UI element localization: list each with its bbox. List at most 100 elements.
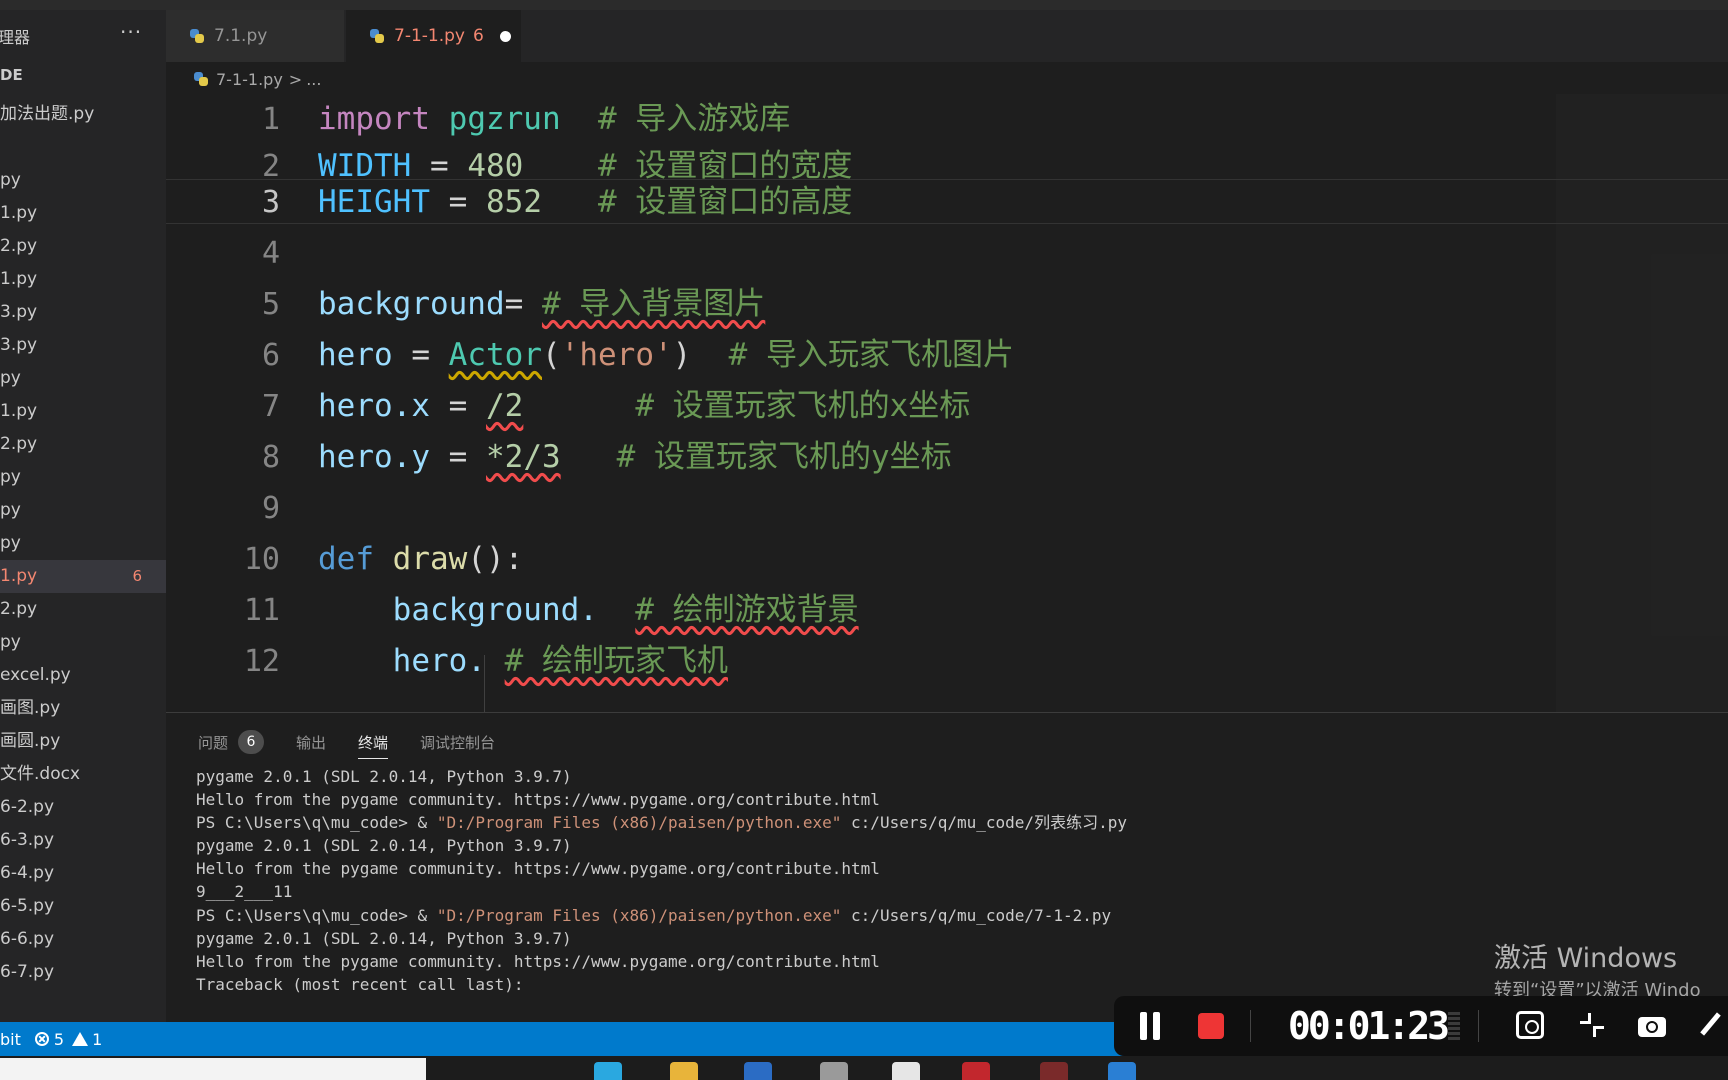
line-number: 6	[261, 338, 280, 373]
file-item[interactable]: 加法出题.py	[0, 98, 166, 131]
tab-terminal[interactable]: 终端	[358, 732, 389, 759]
warning-icon	[72, 1032, 89, 1046]
file-item-label: py	[0, 500, 21, 520]
line-number: 4	[261, 236, 280, 271]
unsaved-dot-icon[interactable]	[499, 30, 511, 42]
file-item[interactable]: 6-2.py	[0, 791, 166, 824]
window-top-strip	[0, 0, 1728, 10]
wps-icon[interactable]	[962, 1062, 990, 1080]
code-text: hero.x = /2 # 设置玩家飞机的x坐标	[318, 388, 971, 424]
code-line: 4	[166, 228, 1728, 279]
line-number: 12	[243, 644, 280, 679]
file-item[interactable]: 文件.docx	[0, 758, 166, 791]
file-item[interactable]: 1.py	[0, 263, 166, 296]
breadcrumb-file[interactable]: 7-1-1.py	[216, 70, 283, 89]
file-item-label: 1.py	[0, 269, 38, 289]
file-item[interactable]: 6-6.py	[0, 923, 166, 956]
code-line: 12 hero. # 绘制玩家飞机	[166, 636, 1728, 687]
file-item-label: 3.py	[0, 335, 38, 355]
tab-output[interactable]: 输出	[296, 732, 326, 753]
code-line: 10 def draw():	[166, 534, 1728, 585]
file-item[interactable]: 3.py	[0, 329, 166, 362]
tab-debug-console[interactable]: 调试控制台	[420, 732, 495, 753]
file-item[interactable]	[0, 131, 166, 164]
camera-icon[interactable]	[1638, 1011, 1666, 1039]
code-text: hero = Actor('hero') # 导入玩家飞机图片	[318, 337, 1014, 373]
file-item-label: py	[0, 170, 21, 190]
pause-icon[interactable]	[1138, 1012, 1162, 1040]
file-item[interactable]: 1.py	[0, 197, 166, 230]
line-number: 8	[261, 440, 280, 475]
file-item-active[interactable]: 1.py 6	[0, 560, 166, 593]
file-item-label: py	[0, 368, 21, 388]
file-item[interactable]: 2.py	[0, 230, 166, 263]
pen-icon[interactable]	[1698, 1011, 1726, 1039]
workspace-section-header[interactable]: DE	[0, 66, 23, 84]
code-text: HEIGHT = 852 # 设置窗口的高度	[318, 184, 853, 220]
store-icon[interactable]	[820, 1062, 848, 1080]
line-number: 9	[261, 491, 280, 526]
tab-7-1-py[interactable]: 7.1.py	[166, 10, 344, 62]
terminal-output[interactable]: pygame 2.0.1 (SDL 2.0.14, Python 3.9.7) H…	[196, 765, 1127, 996]
tab-problems[interactable]: 问题 6	[198, 730, 265, 754]
file-item[interactable]: excel.py	[0, 659, 166, 692]
file-item-label: 1.py	[0, 203, 38, 223]
breadcrumb-separator: >	[288, 69, 303, 89]
file-item[interactable]: py	[0, 494, 166, 527]
file-item[interactable]: 6-4.py	[0, 857, 166, 890]
problems-indicator[interactable]: 5 1	[34, 1029, 102, 1049]
error-count: 5	[53, 1029, 65, 1049]
screen-recorder-toolbar: 00:01:23	[1114, 996, 1728, 1056]
status-left: bit 5 1	[0, 1022, 116, 1056]
terminal-line: pygame 2.0.1 (SDL 2.0.14, Python 3.9.7)	[196, 767, 572, 786]
panel-tabs: 问题 6 输出 终端 调试控制台	[198, 727, 527, 759]
code-line: 6 hero = Actor('hero') # 导入玩家飞机图片	[166, 330, 1728, 381]
file-item[interactable]: 3.py	[0, 296, 166, 329]
file-item[interactable]: 6-5.py	[0, 890, 166, 923]
line-number: 1	[261, 102, 280, 137]
file-item[interactable]: py	[0, 461, 166, 494]
file-item[interactable]: 6-7.py	[0, 956, 166, 989]
file-item[interactable]: py	[0, 626, 166, 659]
webcam-icon[interactable]	[1516, 1011, 1544, 1039]
file-item-label: 画圆.py	[0, 731, 61, 751]
divider	[1478, 1010, 1479, 1042]
code-line-current: 3 HEIGHT = 852 # 设置窗口的高度	[166, 179, 1728, 224]
file-item[interactable]: py	[0, 164, 166, 197]
vscode-icon[interactable]	[1108, 1062, 1136, 1080]
file-item[interactable]: 画圆.py	[0, 725, 166, 758]
file-item[interactable]: 2.py	[0, 428, 166, 461]
code-line: 7 hero.x = /2 # 设置玩家飞机的x坐标	[166, 381, 1728, 432]
file-item[interactable]: 6-3.py	[0, 824, 166, 857]
file-item[interactable]: 画图.py	[0, 692, 166, 725]
activate-windows-title: 激活 Windows	[1494, 943, 1678, 974]
collapse-icon[interactable]	[1578, 1011, 1606, 1039]
file-item[interactable]: 2.py	[0, 593, 166, 626]
divider	[1250, 1010, 1251, 1042]
tab-7-1-1-py[interactable]: 7-1-1.py 6	[346, 10, 521, 62]
file-item[interactable]: py	[0, 362, 166, 395]
line-number: 3	[261, 185, 280, 220]
file-item-label: 画图.py	[0, 698, 61, 718]
code-line: 8 hero.y = *2/3 # 设置玩家飞机的y坐标	[166, 432, 1728, 483]
taskbar-app-icon[interactable]	[1040, 1062, 1068, 1080]
edge-browser-icon[interactable]	[594, 1062, 622, 1080]
taskbar-search-box[interactable]	[0, 1058, 426, 1080]
file-item-label: py	[0, 467, 21, 487]
file-item[interactable]: 1.py	[0, 395, 166, 428]
branch-indicator[interactable]: bit	[0, 1030, 21, 1049]
audio-level-icon	[1448, 1012, 1460, 1042]
file-list: 加法出题.py py 1.py 2.py 1.py 3.py 3.py py 1…	[0, 98, 166, 989]
terminal-line: pygame 2.0.1 (SDL 2.0.14, Python 3.9.7)	[196, 836, 572, 856]
more-actions-icon[interactable]: ···	[120, 20, 142, 44]
taskbar-app-icon[interactable]	[892, 1062, 920, 1080]
breadcrumb-symbols[interactable]: ...	[306, 70, 321, 89]
taskbar-app-icon[interactable]	[744, 1062, 772, 1080]
code-editor[interactable]: 1 import pgzrun # 导入游戏库 2 WIDTH = 480 # …	[166, 94, 1728, 712]
terminal-line: Hello from the pygame community. https:/…	[196, 859, 880, 879]
file-item[interactable]: py	[0, 527, 166, 560]
tab-label: 7-1-1.py	[394, 26, 465, 46]
code-line: 9	[166, 483, 1728, 534]
file-explorer-icon[interactable]	[670, 1062, 698, 1080]
stop-record-icon[interactable]	[1198, 1013, 1224, 1039]
